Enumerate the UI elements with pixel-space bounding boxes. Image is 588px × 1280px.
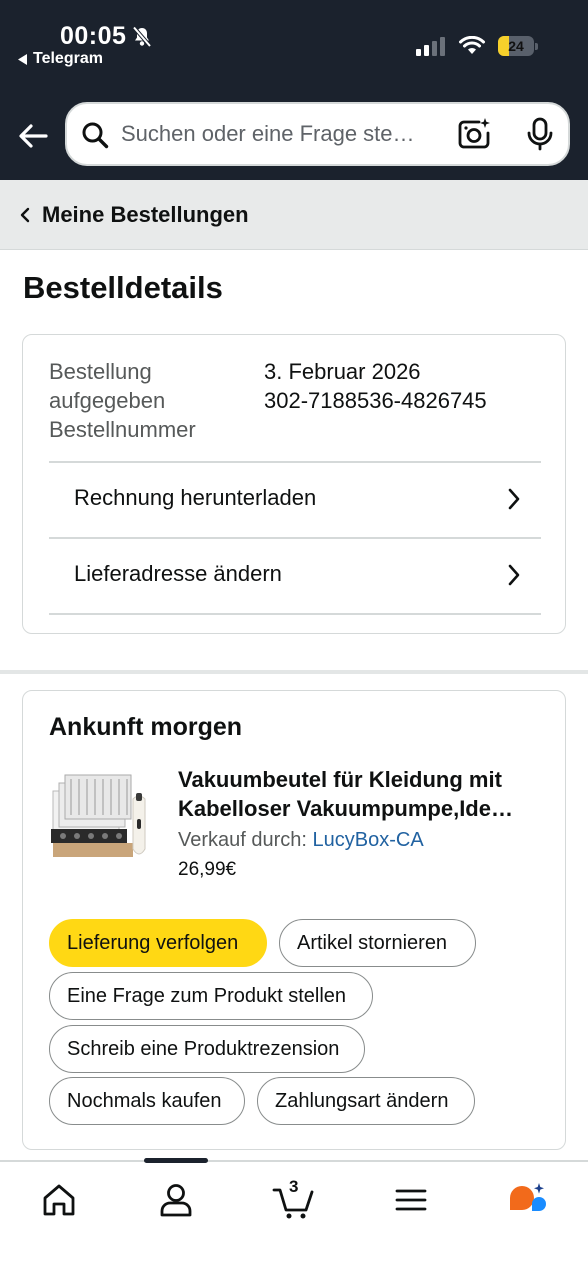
- account-icon[interactable]: [156, 1180, 196, 1220]
- menu-icon[interactable]: [391, 1180, 431, 1220]
- section-separator: [0, 670, 588, 674]
- order-placed-value: 3. Februar 2026: [264, 359, 421, 384]
- change-address-label: Lieferadresse ändern: [74, 561, 282, 586]
- download-invoice-label: Rechnung herunterladen: [74, 485, 317, 510]
- product-title-line1: Vakuumbeutel für Kleidung mit: [178, 767, 502, 792]
- order-placed-label: Bestellung aufgegeben: [49, 359, 166, 413]
- product-title-link[interactable]: Vakuumbeutel für Kleidung mit Kabelloser…: [178, 765, 548, 823]
- order-labels: Bestellung aufgegeben Bestellnummer: [49, 357, 239, 444]
- buy-again-button[interactable]: Nochmals kaufen: [49, 1077, 245, 1125]
- order-number-value: 302-7188536-4826745: [264, 388, 487, 413]
- back-triangle-icon: [18, 53, 27, 65]
- cancel-item-button[interactable]: Artikel stornieren: [279, 919, 476, 967]
- bottom-navigation: 3: [0, 1158, 588, 1280]
- camera-search-icon[interactable]: [457, 117, 491, 151]
- status-back-app-name: Telegram: [33, 50, 103, 67]
- divider: [49, 613, 541, 615]
- search-icon[interactable]: [81, 121, 109, 149]
- order-number-label: Bestellnummer: [49, 417, 196, 442]
- seller-info: Verkauf durch: LucyBox-CA: [178, 829, 424, 852]
- seller-link[interactable]: LucyBox-CA: [313, 829, 424, 851]
- change-address-row[interactable]: Lieferadresse ändern: [49, 539, 541, 613]
- product-image[interactable]: [49, 769, 153, 867]
- order-info-card: Bestellung aufgegeben Bestellnummer 3. F…: [22, 334, 566, 634]
- arrival-title: Ankunft morgen: [49, 713, 243, 741]
- ask-product-question-button[interactable]: Eine Frage zum Produkt stellen: [49, 972, 373, 1020]
- back-arrow-icon[interactable]: [16, 118, 52, 154]
- cart-count: 3: [289, 1177, 299, 1196]
- cellular-signal-icon: [416, 37, 445, 56]
- product-price: 26,99€: [178, 859, 237, 880]
- app-header: 00:05 Telegram 24: [0, 0, 588, 180]
- bell-muted-icon: [132, 25, 152, 47]
- breadcrumb[interactable]: Meine Bestellungen: [0, 180, 588, 250]
- chevron-left-icon: [20, 207, 30, 223]
- wifi-icon: [459, 36, 485, 54]
- write-review-button[interactable]: Schreib eine Produktrezension: [49, 1025, 365, 1073]
- change-payment-button[interactable]: Zahlungsart ändern: [257, 1077, 475, 1125]
- product-title-line2: Kabelloser Vakuumpumpe,Ide…: [178, 796, 513, 821]
- status-back-to-app[interactable]: Telegram: [18, 50, 103, 68]
- track-delivery-button[interactable]: Lieferung verfolgen: [49, 919, 267, 967]
- page-title: Bestelldetails: [23, 270, 223, 305]
- search-bar: [65, 102, 570, 166]
- chevron-right-icon: [508, 488, 520, 510]
- breadcrumb-label: Meine Bestellungen: [42, 202, 249, 227]
- status-indicators: 24: [416, 36, 538, 56]
- battery-level: 24: [508, 38, 524, 54]
- download-invoice-row[interactable]: Rechnung herunterladen: [49, 463, 541, 537]
- battery-icon: 24: [498, 36, 538, 56]
- seller-prefix: Verkauf durch:: [178, 829, 313, 851]
- chevron-right-icon: [508, 564, 520, 586]
- order-values: 3. Februar 2026 302-7188536-4826745: [264, 357, 487, 415]
- active-tab-indicator: [144, 1158, 208, 1163]
- microphone-icon[interactable]: [525, 117, 555, 151]
- search-input[interactable]: [121, 104, 441, 164]
- cart-button[interactable]: 3: [272, 1177, 316, 1220]
- rufus-assistant-icon[interactable]: [506, 1180, 546, 1220]
- home-icon[interactable]: [39, 1180, 79, 1220]
- status-time: 00:05: [60, 22, 152, 51]
- status-time-text: 00:05: [60, 22, 127, 50]
- shipment-card: Ankunft morgen Vakuumbeutel für Kleidung…: [22, 690, 566, 1150]
